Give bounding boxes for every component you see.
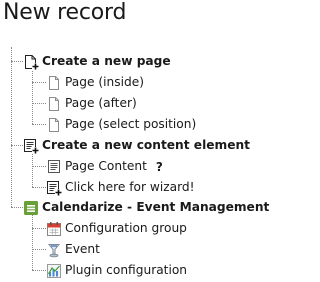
item-label[interactable]: Plugin configuration [65,260,187,281]
group-label: Create a new content element [42,138,250,152]
page-content-item[interactable]: Page Content ? [46,156,163,177]
new-page-inside-item[interactable]: Page (inside) [46,72,144,93]
tree-line [32,228,46,229]
item-label[interactable]: Page Content [65,156,147,177]
tree-line [11,61,23,62]
item-label[interactable]: Event [65,239,100,260]
page-title: New record [3,0,127,25]
tree-line-group-1 [32,69,33,124]
tree-line [32,187,46,188]
group-calendarize: Calendarize - Event Management [23,197,269,218]
help-icon[interactable]: ? [156,160,163,174]
tree-line [32,124,46,125]
plugin-configuration-item[interactable]: Plugin configuration [46,260,187,281]
calendarize-extension-icon [23,200,39,216]
tree-line [32,166,46,167]
item-label[interactable]: Click here for wizard! [65,177,195,198]
calendar-icon [46,221,62,237]
tree-line [32,82,46,83]
new-page-icon [23,54,39,70]
group-label: Calendarize - Event Management [42,200,270,214]
tree-line [32,103,46,104]
tree-line-root [11,47,12,207]
configuration-group-item[interactable]: Configuration group [46,218,187,239]
group-create-new-page: Create a new page [23,51,171,72]
new-page-after-item[interactable]: Page (after) [46,93,137,114]
item-label[interactable]: Page (select position) [65,114,196,135]
tree-line [11,145,23,146]
page-icon [46,96,62,112]
tree-line [32,249,46,250]
event-item[interactable]: Event [46,239,100,260]
new-content-element-icon [23,138,39,154]
content-wizard-icon [46,180,62,196]
page-icon [46,75,62,91]
group-label: Create a new page [42,54,171,68]
tree-line [11,207,23,208]
content-element-icon [46,159,62,175]
tree-line-group-2 [32,153,33,187]
event-icon [46,242,62,258]
content-wizard-item[interactable]: Click here for wizard! [46,177,195,198]
item-label[interactable]: Page (inside) [65,72,144,93]
item-label[interactable]: Page (after) [65,93,137,114]
plugin-chart-icon [46,263,62,279]
tree-line [32,270,46,271]
tree-line-group-3 [32,215,33,270]
item-label[interactable]: Configuration group [65,218,187,239]
page-icon [46,117,62,133]
new-page-select-position-item[interactable]: Page (select position) [46,114,196,135]
group-create-new-content-element: Create a new content element [23,135,250,156]
